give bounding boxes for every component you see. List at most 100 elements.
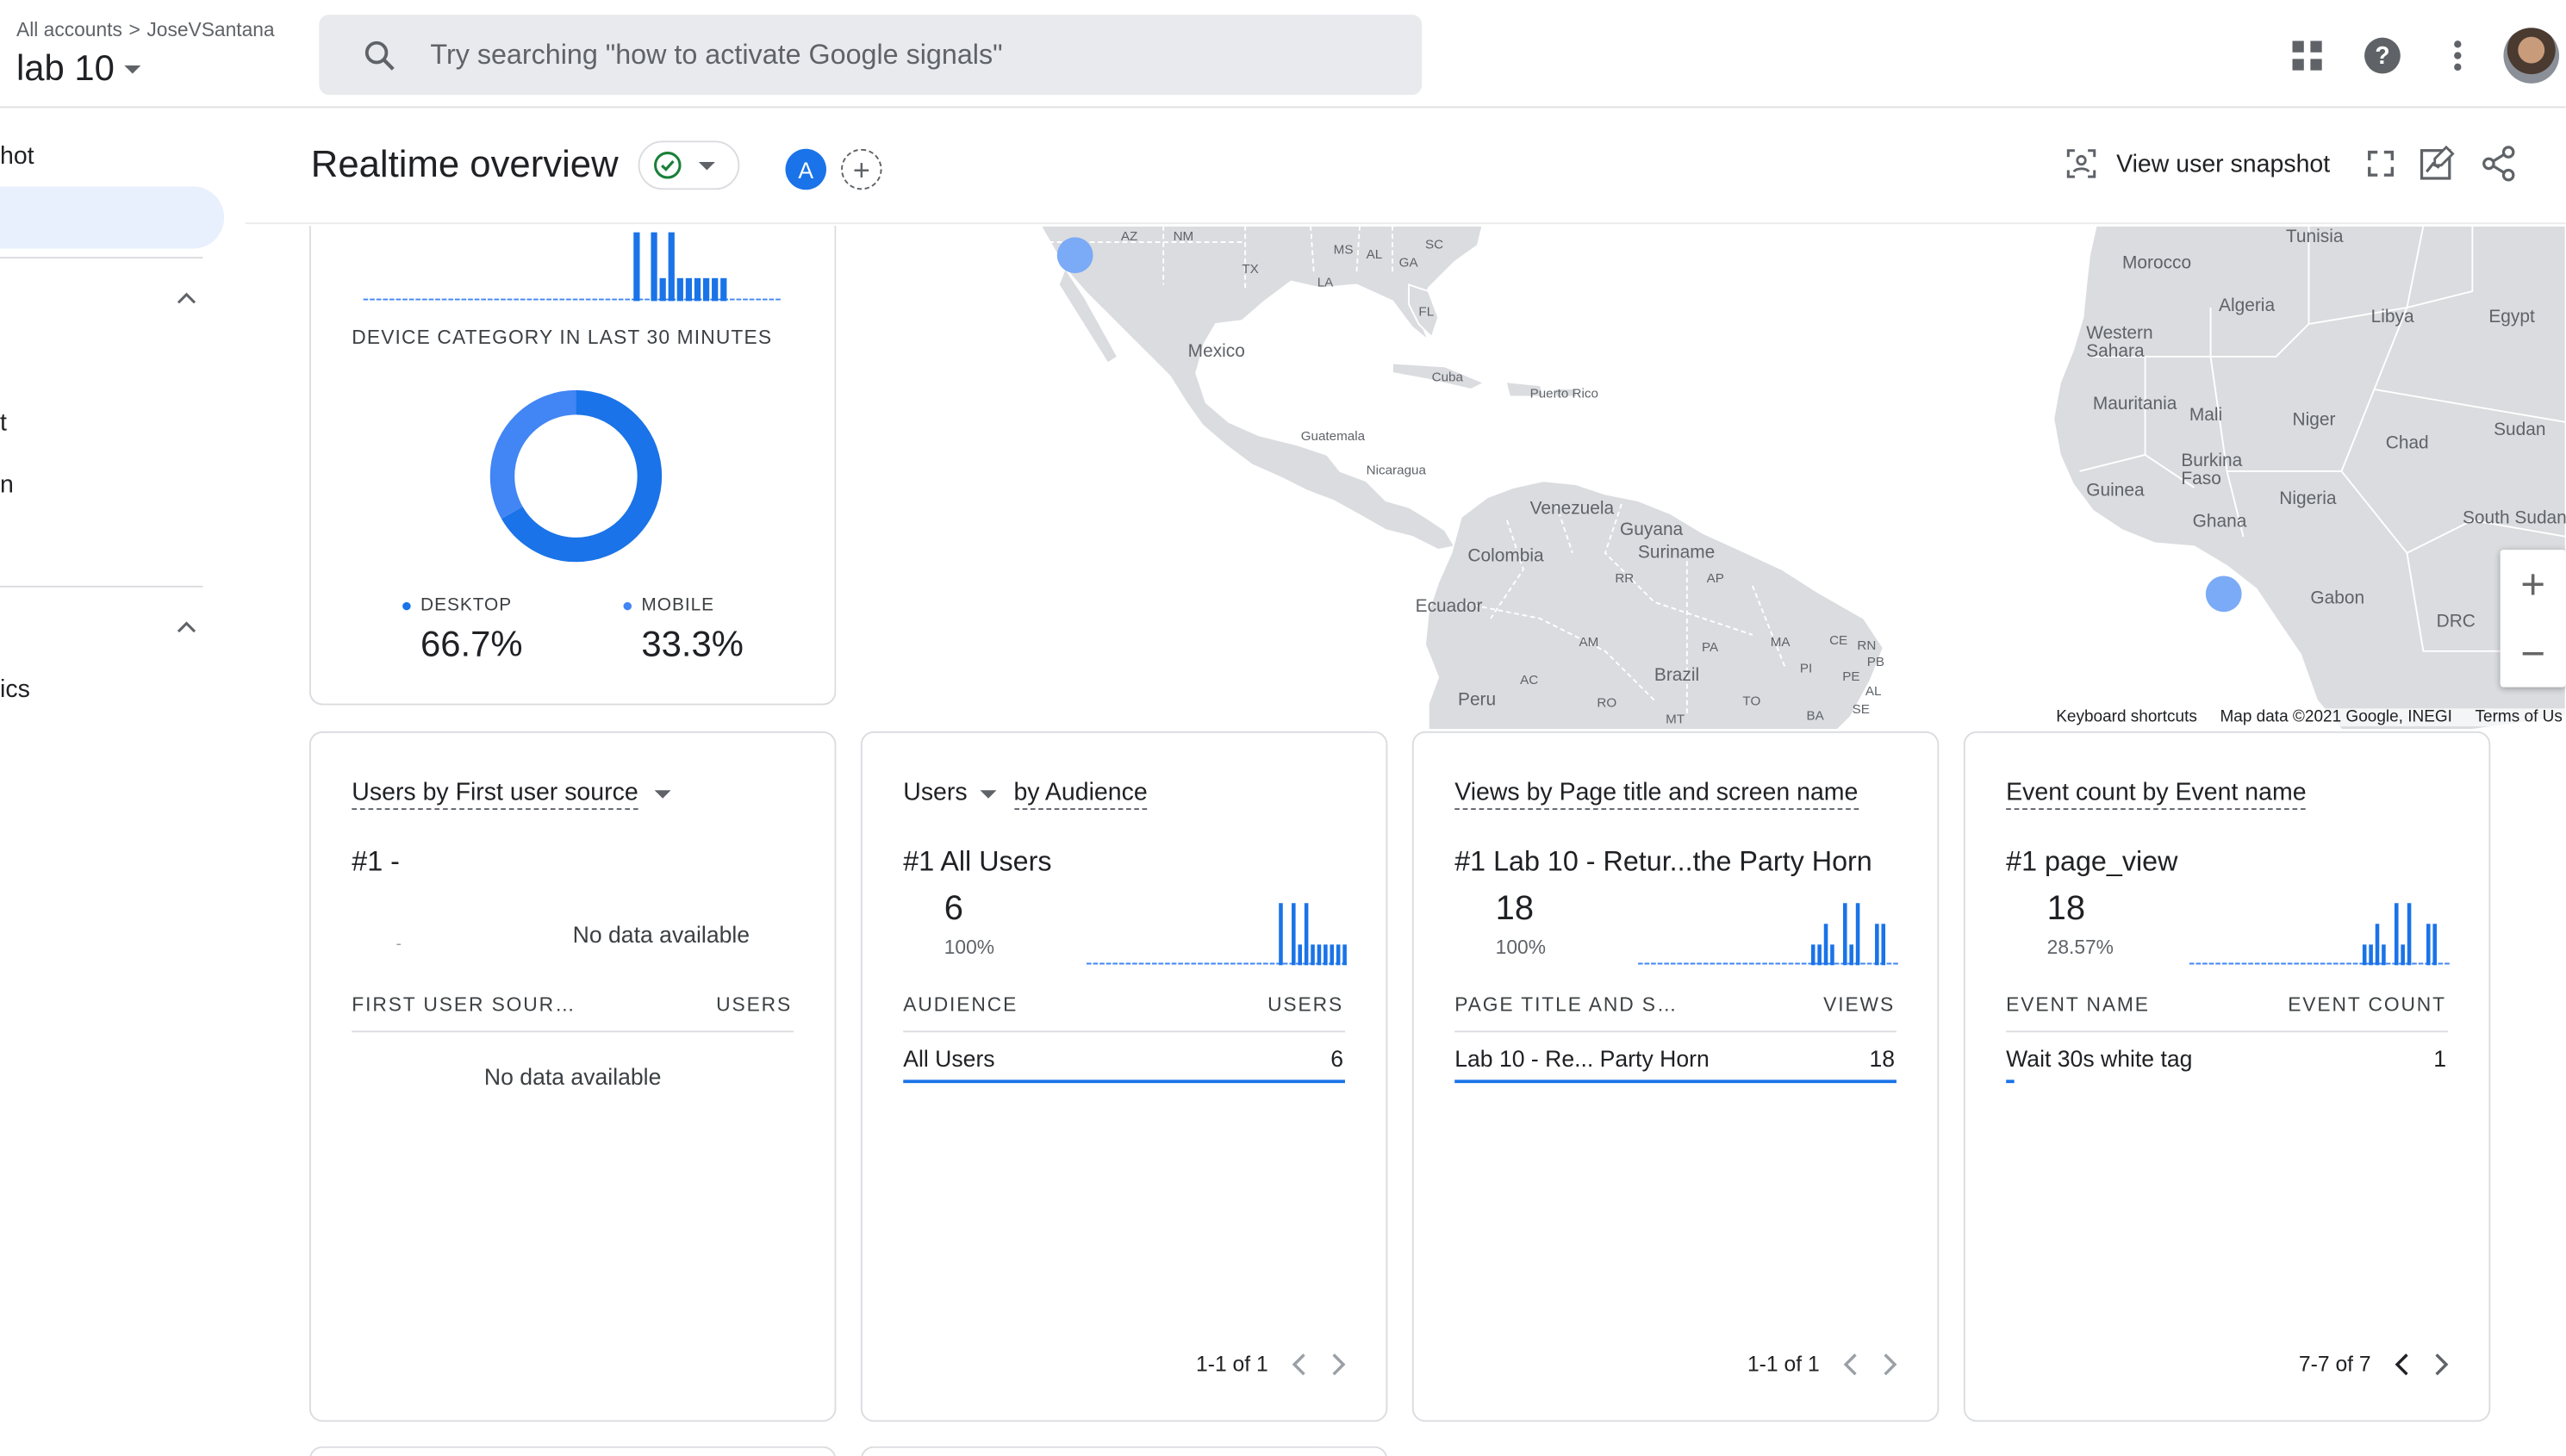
sparkline-bar[interactable] [1311,944,1315,966]
breadcrumb-account[interactable]: JoseVSantana [146,18,274,41]
breadcrumb-all-accounts[interactable]: All accounts [16,18,122,41]
chevron-left-icon[interactable] [2394,1353,2410,1376]
sparkline-bar[interactable] [1855,903,1860,966]
card-title-text[interactable]: Views by Page title and screen name [1454,778,1859,811]
sparkline-bar[interactable] [1842,903,1847,966]
sparkline-bar[interactable] [2426,924,2431,966]
apps-grid-icon[interactable] [2275,23,2340,89]
avatar[interactable] [2503,28,2560,84]
property-name: lab 10 [16,47,115,89]
map-label: AL [1366,246,1383,262]
sparkline-bar[interactable] [2382,944,2386,966]
nav-item-t[interactable]: t [0,409,7,437]
chevron-right-icon[interactable] [2433,1353,2450,1376]
map-label: Sudan [2494,420,2546,440]
status-chip[interactable] [638,140,740,190]
sparkline-bar[interactable] [676,277,683,302]
device-donut-chart[interactable] [486,386,666,566]
location-dot[interactable] [2205,576,2242,613]
sparkline-bar[interactable] [633,232,640,302]
card-title[interactable]: Views by Page title and screen name [1454,778,1859,811]
sparkline-bar[interactable] [2362,944,2367,966]
next-card-peek [860,1446,1388,1456]
chevron-left-icon[interactable] [1291,1353,1307,1376]
card-title[interactable]: Event count by Event name [2006,778,2307,811]
chevron-right-icon[interactable] [1882,1353,1898,1376]
sparkline-bar[interactable] [702,277,710,302]
zoom-out-icon[interactable]: − [2501,619,2566,688]
search-bar[interactable] [319,15,1423,96]
card-title[interactable]: Users by First user source [352,778,672,811]
caret-down-icon[interactable] [981,789,998,798]
breadcrumb[interactable]: All accounts > JoseVSantana [16,18,275,41]
sparkline-bar[interactable] [1304,903,1309,966]
sparkline-bar[interactable] [1875,924,1879,966]
sparkline-bar[interactable] [1323,944,1328,966]
search-icon [364,40,395,70]
card-title-text[interactable]: Users by First user source [352,778,638,811]
map-label: PE [1842,669,1860,684]
card-title[interactable]: Users by Audience [903,778,1148,811]
users-by-first-user-source-card: Users by First user source #1 - - No dat… [308,731,837,1422]
realtime-map[interactable]: AZ NM MS AL GA SC TX LA FL Mexico Cuba P… [836,226,2566,730]
customize-icon[interactable] [2419,144,2458,184]
keyboard-shortcuts-link[interactable]: Keyboard shortcuts [2056,708,2197,726]
map-label: Algeria [2219,296,2276,316]
sparkline-bar[interactable] [685,277,693,302]
fullscreen-icon[interactable] [2366,149,2395,178]
card-title-text[interactable]: Event count by Event name [2006,778,2307,811]
view-user-snapshot-button[interactable]: View user snapshot [2067,149,2330,178]
help-icon[interactable]: ? [2350,23,2415,89]
table-row-bar [1454,1080,1896,1084]
sparkline-bar[interactable] [2401,944,2405,966]
sparkline-bar[interactable] [651,232,657,302]
nav-item-realtime-active[interactable] [0,186,225,249]
zoom-in-icon[interactable]: + [2501,550,2566,619]
sparkline-bar[interactable] [1881,924,1886,966]
sparkline-bar[interactable] [2375,924,2380,966]
sparkline-bar[interactable] [659,277,666,302]
chevron-up-icon[interactable] [177,617,196,637]
chevron-right-icon[interactable] [1330,1353,1347,1376]
search-input[interactable] [430,38,1347,72]
sparkline-bar[interactable] [2407,903,2412,966]
add-icon[interactable]: + [841,148,882,190]
sparkline-bar[interactable] [1317,944,1322,966]
sparkline-bar[interactable] [1336,944,1341,966]
card-title-metric[interactable]: Users [903,779,967,806]
location-dot[interactable] [1056,237,1093,274]
sparkline-bar[interactable] [668,232,675,302]
top-value: 18 [1495,890,1535,928]
more-vert-icon[interactable] [2425,23,2490,89]
sparkline-bar[interactable] [712,277,719,302]
sparkline-bar[interactable] [1298,944,1303,966]
nav-item-n[interactable]: n [0,471,14,499]
nav-item-ics[interactable]: ics [0,675,30,703]
chevron-up-icon[interactable] [177,288,196,308]
sparkline-bar[interactable] [1817,944,1822,966]
sparkline-bar[interactable] [1292,903,1296,966]
terms-link[interactable]: Terms of Us [2476,708,2563,726]
sparkline-bar[interactable] [1342,944,1347,966]
sparkline-bar[interactable] [1849,944,1853,966]
chevron-left-icon[interactable] [1842,1353,1859,1376]
sparkline-bar[interactable] [2394,903,2399,966]
top-value: 6 [944,890,963,928]
sparkline-bar[interactable] [1830,944,1834,966]
sparkline-bar[interactable] [1279,903,1283,966]
caret-down-icon[interactable] [655,789,672,798]
share-icon[interactable] [2481,146,2517,182]
sparkline-bar[interactable] [1330,944,1335,966]
sparkline-bar[interactable] [720,277,727,302]
sparkline-bar[interactable] [2369,944,2373,966]
property-selector[interactable]: lab 10 [16,47,141,90]
nav-item-snapshot[interactable]: hot [0,142,34,170]
sparkline-bar[interactable] [1810,944,1816,966]
map-label: MA [1770,634,1791,650]
top-bar: All accounts > JoseVSantana lab 10 ? [0,0,2566,109]
sparkline-bar[interactable] [1823,924,1828,966]
sparkline-bar[interactable] [2432,924,2437,966]
sparkline-bar[interactable] [694,277,701,302]
comparison-chip[interactable]: A [785,148,826,190]
card-title-dimension[interactable]: by Audience [1013,778,1148,811]
